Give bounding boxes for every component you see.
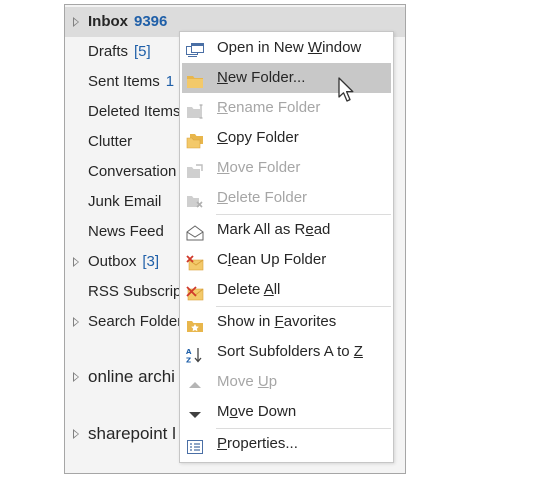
folder-label: Junk Email <box>88 187 161 217</box>
menu-item-copy-folder[interactable]: Copy Folder <box>182 123 391 153</box>
folder-name: Outbox <box>88 253 137 270</box>
mouse-pointer-icon <box>338 77 354 102</box>
folder-name: News Feed <box>88 223 164 240</box>
folder-label: Clutter <box>88 127 132 157</box>
menu-item-label: Delete Folder <box>217 189 308 206</box>
open-window-icon <box>186 40 204 57</box>
menu-item-delete-folder: Delete Folder <box>182 183 391 213</box>
menu-item-label: Rename Folder <box>217 99 321 116</box>
menu-item-label: Mark All as Read <box>217 221 331 238</box>
folder-name: Clutter <box>88 133 133 150</box>
menu-item-mark-all-as-read[interactable]: Mark All as Read <box>182 215 391 245</box>
folder-label: Sent Items 1 <box>88 67 174 97</box>
delete-all-icon <box>186 282 204 301</box>
move-down-icon <box>186 404 204 420</box>
menu-item-clean-up-folder[interactable]: Clean Up Folder <box>182 245 391 275</box>
menu-item-label: Clean Up Folder <box>217 251 327 268</box>
menu-item-label: Sort Subfolders A to Z <box>217 343 363 360</box>
expand-caret-icon[interactable] <box>73 372 79 382</box>
menu-item-rename-folder: Rename Folder <box>182 93 391 123</box>
menu-item-label: Open in New Window <box>217 39 362 56</box>
unread-count: 1 <box>165 73 175 90</box>
new-folder-icon <box>186 70 204 88</box>
sort-az-icon: AZ <box>186 344 204 365</box>
svg-text:A: A <box>186 348 192 356</box>
menu-item-label: Show in Favorites <box>217 313 337 330</box>
svg-text:Z: Z <box>186 357 191 364</box>
menu-item-show-in-favorites[interactable]: Show in Favorites <box>182 307 391 337</box>
menu-item-label: Copy Folder <box>217 129 299 146</box>
folder-name: Search Folder <box>88 313 183 330</box>
folder-label: online archi <box>88 362 175 392</box>
folder-name: Inbox <box>88 13 128 30</box>
folder-label: Drafts [5] <box>88 37 151 67</box>
menu-item-new-folder[interactable]: New Folder... <box>182 63 391 93</box>
favorites-icon <box>186 314 204 332</box>
move-up-icon <box>186 374 204 390</box>
copy-folder-icon <box>186 130 204 149</box>
folder-name: Sent Items <box>88 73 160 90</box>
folder-label: News Feed <box>88 217 164 247</box>
properties-icon <box>186 436 204 454</box>
unread-count: 9396 <box>134 13 168 30</box>
menu-item-label: Delete All <box>217 281 281 298</box>
context-menu: Open in New Window New Folder... Rename Fo… <box>179 31 394 463</box>
menu-item-move-up: Move Up <box>182 367 391 397</box>
menu-item-properties[interactable]: Properties... <box>182 429 391 459</box>
expand-caret-icon[interactable] <box>73 257 79 267</box>
folder-label: sharepoint l <box>88 419 176 449</box>
folder-label: Outbox [3] <box>88 247 159 277</box>
folder-label: Search Folder <box>88 307 182 337</box>
menu-item-open-in-new-window[interactable]: Open in New Window <box>182 33 391 63</box>
folder-name: sharepoint l <box>88 424 176 443</box>
folder-label: Inbox 9396 <box>88 7 167 37</box>
expand-caret-icon[interactable] <box>73 429 79 439</box>
clean-up-icon <box>186 252 204 271</box>
unread-count: [3] <box>142 253 160 270</box>
folder-name: online archi <box>88 367 175 386</box>
move-folder-icon <box>186 160 204 178</box>
folder-name: Drafts <box>88 43 129 60</box>
folder-name: Deleted Items <box>88 103 181 120</box>
folder-label: Deleted Items <box>88 97 181 127</box>
menu-item-label: Properties... <box>217 435 298 452</box>
menu-item-sort-subfolders-a-to-z[interactable]: A Z Sort Subfolders A to Z <box>182 337 391 367</box>
mark-read-icon <box>186 222 204 241</box>
folder-label: Conversation <box>88 157 176 187</box>
rename-folder-icon <box>186 100 204 119</box>
expand-caret-icon[interactable] <box>73 317 79 327</box>
delete-folder-icon <box>186 190 204 208</box>
folder-name: Conversation <box>88 163 177 180</box>
folder-name: Junk Email <box>88 193 162 210</box>
unread-count: [5] <box>134 43 151 60</box>
menu-item-label: New Folder... <box>217 69 306 86</box>
folder-label: RSS Subscript <box>88 277 186 307</box>
expand-caret-icon[interactable] <box>73 17 79 27</box>
menu-item-label: Move Down <box>217 403 297 420</box>
menu-item-move-folder: Move Folder <box>182 153 391 183</box>
menu-item-label: Move Folder <box>217 159 301 176</box>
folder-name: RSS Subscript <box>88 283 186 300</box>
menu-item-delete-all[interactable]: Delete All <box>182 275 391 305</box>
menu-item-move-down[interactable]: Move Down <box>182 397 391 427</box>
menu-item-label: Move Up <box>217 373 278 390</box>
